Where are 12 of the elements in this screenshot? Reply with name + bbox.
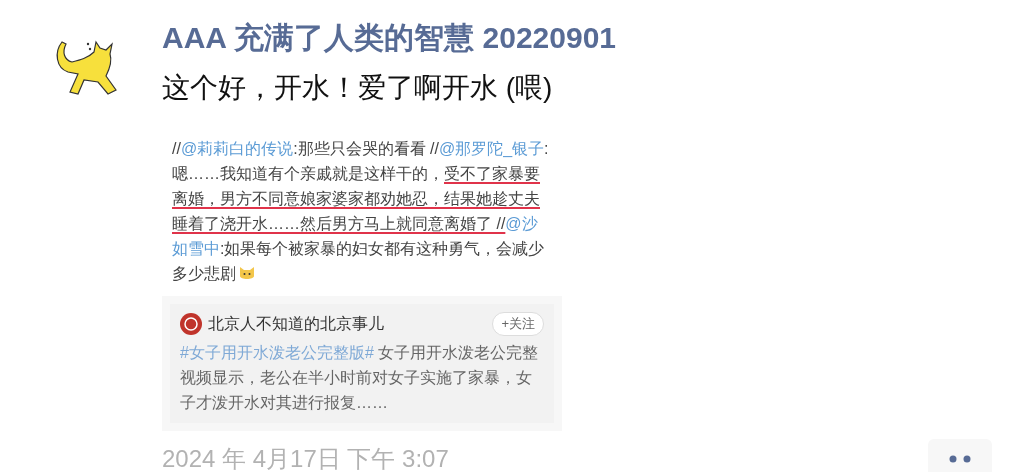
author-name[interactable]: AAA 充满了人类的智慧 20220901 (162, 18, 992, 58)
account-logo-icon (180, 313, 202, 335)
timestamp: 2024 年 4月17日 下午 3:07 (162, 444, 450, 472)
repost-card[interactable]: 北京人不知道的北京事儿 +关注 #女子用开水泼老公完整版# 女子用开水泼老公完整视频显示，老公在半小时前对女子实施了家暴，女子才泼开水对其进行报复…… (170, 304, 554, 423)
account-name: 北京人不知道的北京事儿 (208, 314, 385, 334)
repost-text: //@莉莉白的传说:那些只会哭的看看 //@那罗陀_银子:嗯……我知道有个亲戚就是这样干的，受不了家暴要离婚，男方不同意娘家婆家都劝她忍，结果她趁丈夫睡着了浇开水……然后男方马上就同意离婚了 //@沙如雪中:如果每个被家暴的妇女都有这种勇气，会减少多少悲剧 (172, 139, 550, 284)
more-button[interactable] (928, 439, 992, 472)
more-icon (949, 455, 971, 463)
post-text: 这个好，开水！爱了啊开水 (喂) (162, 71, 554, 105)
cat-face-emoji-icon (238, 264, 256, 282)
card-text: #女子用开水泼老公完整版# 女子用开水泼老公完整视频显示，老公在半小时前对女子实施了家暴，女子才泼开水对其进行报复…… (180, 343, 540, 413)
follow-button[interactable]: +关注 (492, 312, 544, 336)
